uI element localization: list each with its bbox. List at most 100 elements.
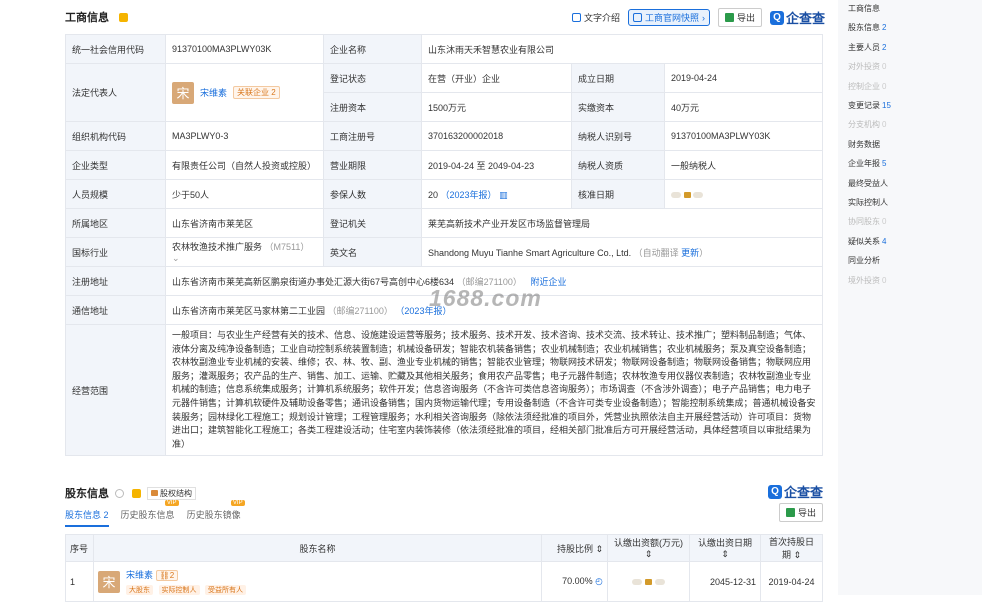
blur-mask xyxy=(654,579,665,586)
sidebar-item-count: 2 xyxy=(882,23,887,33)
reg-status-value: 在营（开业）企业 xyxy=(421,63,572,93)
chart-icon[interactable]: ▥ xyxy=(499,190,508,200)
org-code-label: 组织机构代码 xyxy=(65,121,166,151)
shareholder-name-link[interactable]: 宋维素 xyxy=(126,570,153,580)
export-label: 导出 xyxy=(797,508,816,518)
tab-label: 历史股东信息 xyxy=(120,510,175,520)
column-header-sortable[interactable]: 持股比例 ⇕ xyxy=(541,534,608,562)
sidebar-item-label: 最终受益人 xyxy=(848,178,888,188)
avatar[interactable]: 宋 xyxy=(98,570,120,593)
approval-date-label: 核准日期 xyxy=(571,179,665,209)
equity-structure-button[interactable]: 股权结构 xyxy=(147,486,196,500)
excel-icon xyxy=(724,13,734,22)
tab-history-shareholders[interactable]: 历史股东信息 VIP xyxy=(120,500,179,527)
reg-status-label: 登记状态 xyxy=(323,63,422,93)
approval-date-value[interactable] xyxy=(663,179,824,209)
bell-icon[interactable] xyxy=(119,12,128,22)
role-tag: 大股东 xyxy=(126,585,153,595)
table-row: 法定代表人 宋 宋维素 关联企业 2 登记状态 在营（开业）企业 成立日期 20… xyxy=(65,63,824,122)
mail-address-value: 山东省济南市莱芜区马家林第二工业园 xyxy=(172,305,326,316)
export-button[interactable]: 导出 xyxy=(778,503,823,522)
column-header-sortable[interactable]: 认缴出资额(万元) ⇕ xyxy=(607,534,690,562)
business-info-table: 统一社会信用代码 91370100MA3PLWY03K 企业名称 山东沐雨天禾智… xyxy=(65,34,824,457)
industry-code: （M7511） xyxy=(264,242,310,252)
chevron-right-icon: › xyxy=(701,12,705,23)
sidebar-item-count: 0 xyxy=(882,62,887,72)
reg-capital-label: 注册资本 xyxy=(323,92,422,122)
sidebar-item-count: 5 xyxy=(882,159,887,169)
sidebar-item[interactable]: 协同股东 0 xyxy=(848,216,886,227)
sidebar-item[interactable]: 境外投资 0 xyxy=(848,275,886,286)
mail-address-label: 通信地址 xyxy=(65,295,166,325)
text-intro-button[interactable]: 文字介绍 xyxy=(571,11,620,24)
sidebar-item[interactable]: 最终受益人 xyxy=(848,178,888,189)
company-name-label: 企业名称 xyxy=(323,34,422,64)
sort-icon: ⇕ xyxy=(644,549,653,559)
tab-shareholders[interactable]: 股东信息 2 xyxy=(65,508,109,527)
sidebar-item[interactable]: 疑似关系 4 xyxy=(848,236,886,247)
tab-history-mirror[interactable]: 历史股东镜像 VIP xyxy=(187,500,245,527)
row-index: 1 xyxy=(65,561,94,602)
industry-cell[interactable]: 农林牧渔技术推广服务 （M7511） ⌄ xyxy=(165,237,324,267)
sidebar-item[interactable]: 股东信息 2 xyxy=(848,22,886,33)
sidebar-item[interactable]: 对外投资 0 xyxy=(848,61,886,72)
sidebar-item-label: 变更记录 xyxy=(848,101,880,110)
bell-icon[interactable] xyxy=(132,488,141,498)
sidebar-item[interactable]: 分支机构 0 xyxy=(848,119,886,130)
sub-amount-cell[interactable] xyxy=(607,561,690,602)
sidebar-item[interactable]: 实际控制人 xyxy=(848,197,888,208)
column-header: 序号 xyxy=(65,534,94,562)
company-type-label: 企业类型 xyxy=(65,150,166,180)
column-header-sortable[interactable]: 认缴出资日期 ⇕ xyxy=(689,534,761,562)
credit-code-label: 统一社会信用代码 xyxy=(65,34,166,64)
paid-capital-value: 40万元 xyxy=(663,92,824,122)
reg-address-value: 山东省济南市莱芜高新区鹏泉街道办事处汇源大街67号高创中心6楼634 xyxy=(172,276,455,287)
region-label: 所属地区 xyxy=(65,208,166,238)
legal-rep-label: 法定代表人 xyxy=(65,63,166,122)
company-name-value[interactable]: 山东沐雨天禾智慧农业有限公司 xyxy=(420,34,824,64)
related-count-badge[interactable]: ⛓2 xyxy=(155,570,179,581)
english-name-label: 英文名 xyxy=(323,237,422,267)
sidebar-item[interactable]: 工商信息 xyxy=(848,3,880,14)
sidebar-item-label: 同业分析 xyxy=(848,256,880,266)
table-header-row: 序号 股东名称 持股比例 ⇕ 认缴出资额(万元) ⇕ 认缴出资日期 ⇕ 首次持股… xyxy=(65,534,823,562)
ratio-value: 70.00% xyxy=(562,576,593,586)
column-header-label: 认缴出资额(万元) xyxy=(614,538,683,548)
taxpayer-id-value: 91370100MA3PLWY03K xyxy=(663,121,824,151)
sidebar-item[interactable]: 同业分析 xyxy=(848,255,880,266)
reg-capital-value: 1500万元 xyxy=(421,92,572,122)
quick-snapshot-label: 工商官网快照 xyxy=(644,13,699,23)
reg-authority-label: 登记机关 xyxy=(323,208,422,238)
sidebar-item[interactable]: 控制企业 0 xyxy=(848,81,886,92)
link-icon: ⛓ xyxy=(159,571,170,580)
update-link[interactable]: 更新 xyxy=(681,248,699,258)
shareholders-table: 序号 股东名称 持股比例 ⇕ 认缴出资额(万元) ⇕ 认缴出资日期 ⇕ 首次持股… xyxy=(65,534,823,602)
found-date-label: 成立日期 xyxy=(571,63,665,93)
first-date-value: 2019-04-24 xyxy=(760,561,823,602)
shareholders-title: 股东信息 xyxy=(65,488,109,500)
export-button[interactable]: 导出 xyxy=(717,8,762,27)
taxpayer-quality-label: 纳税人资质 xyxy=(571,150,665,180)
sidebar-item[interactable]: 主要人员 2 xyxy=(848,42,886,53)
sidebar-item[interactable]: 变更记录 15 xyxy=(848,100,891,111)
legal-rep-name-link[interactable]: 宋维素 xyxy=(200,86,227,99)
trend-icon[interactable]: ◴ xyxy=(595,576,603,586)
export-label: 导出 xyxy=(736,13,755,23)
credit-code-value[interactable]: 91370100MA3PLWY03K xyxy=(165,34,324,64)
info-icon[interactable] xyxy=(115,488,124,498)
avatar[interactable]: 宋 xyxy=(172,81,194,104)
staff-size-label: 人员规模 xyxy=(65,179,166,209)
sidebar-item[interactable]: 企业年报 5 xyxy=(848,158,886,169)
sidebar-item-label: 境外投资 xyxy=(848,275,880,285)
tab-count: 2 xyxy=(103,510,109,520)
insured-year-link[interactable]: （2023年报） xyxy=(441,190,497,200)
related-company-badge[interactable]: 关联企业 2 xyxy=(233,86,280,99)
section-title: 工商信息 xyxy=(65,12,109,24)
quick-snapshot-button[interactable]: 工商官网快照 › xyxy=(627,9,710,26)
sidebar-item-count: 0 xyxy=(882,81,887,91)
sidebar-item[interactable]: 财务数据 xyxy=(848,139,880,150)
table-row: 统一社会信用代码 91370100MA3PLWY03K 企业名称 山东沐雨天禾智… xyxy=(65,34,824,64)
column-header-sortable[interactable]: 首次持股日期 ⇕ xyxy=(760,534,823,562)
vip-badge: VIP xyxy=(164,500,179,506)
auto-translate-note: （自动翻译 xyxy=(633,247,682,258)
